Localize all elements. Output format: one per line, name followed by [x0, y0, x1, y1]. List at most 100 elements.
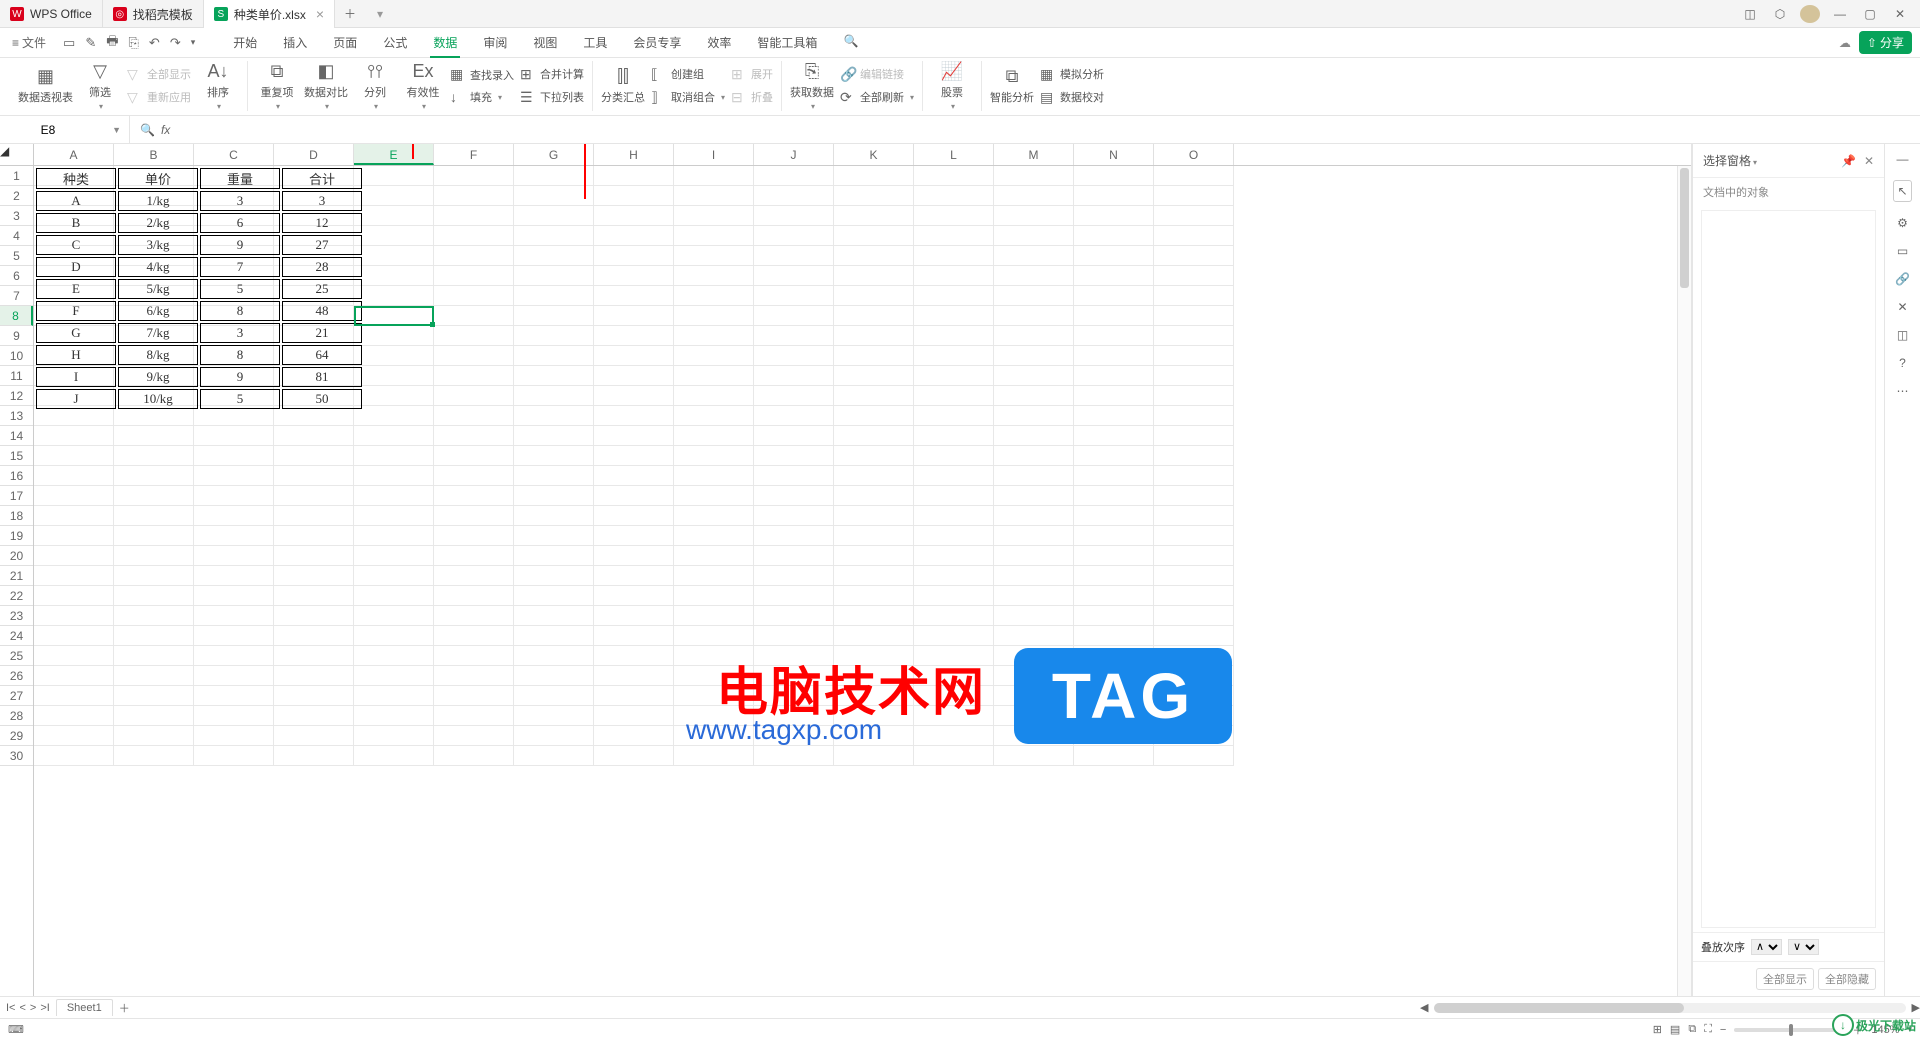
- column-header[interactable]: G: [514, 144, 594, 165]
- expand-button[interactable]: ⊞展开: [731, 65, 773, 84]
- table-cell[interactable]: 64: [282, 345, 362, 365]
- ruler-tool-icon[interactable]: ✕: [1897, 300, 1907, 314]
- tab-formula[interactable]: 公式: [370, 28, 420, 57]
- row-header[interactable]: 20: [0, 546, 33, 566]
- group-button[interactable]: ⟦创建组: [651, 65, 725, 84]
- file-menu[interactable]: ≡ 文件: [8, 32, 50, 53]
- table-cell[interactable]: 48: [282, 301, 362, 321]
- table-cell[interactable]: 25: [282, 279, 362, 299]
- table-cell[interactable]: F: [36, 301, 116, 321]
- column-header[interactable]: O: [1154, 144, 1234, 165]
- sort-button[interactable]: A↓排序: [197, 61, 239, 111]
- row-header[interactable]: 4: [0, 226, 33, 246]
- sheet-tab[interactable]: Sheet1: [56, 999, 113, 1016]
- zoom-in-button[interactable]: ＋: [1852, 1022, 1863, 1038]
- row-header[interactable]: 6: [0, 266, 33, 286]
- name-box-input[interactable]: [8, 123, 88, 137]
- vertical-scrollbar[interactable]: [1677, 166, 1691, 996]
- table-cell[interactable]: H: [36, 345, 116, 365]
- column-header[interactable]: L: [914, 144, 994, 165]
- maximize-button[interactable]: ▢: [1860, 7, 1880, 21]
- user-avatar[interactable]: [1800, 5, 1820, 23]
- fx-icon[interactable]: fx: [161, 123, 170, 137]
- table-cell[interactable]: 21: [282, 323, 362, 343]
- column-header[interactable]: B: [114, 144, 194, 165]
- hide-all-objects-button[interactable]: 全部隐藏: [1818, 968, 1876, 990]
- table-cell[interactable]: 4/kg: [118, 257, 198, 277]
- table-cell[interactable]: 3: [200, 323, 280, 343]
- tab-page[interactable]: 页面: [320, 28, 370, 57]
- layer-up-select[interactable]: ∧: [1751, 939, 1782, 955]
- cube-icon[interactable]: ⬡: [1770, 7, 1790, 21]
- zoom-slider[interactable]: [1734, 1028, 1844, 1032]
- undo-icon[interactable]: ↶: [146, 35, 163, 51]
- view-normal-icon[interactable]: ⊞: [1653, 1023, 1662, 1036]
- style-tool-icon[interactable]: ⚙: [1897, 216, 1908, 230]
- table-cell[interactable]: 9/kg: [118, 367, 198, 387]
- chevron-down-icon[interactable]: ▼: [112, 125, 121, 135]
- collapse-side-icon[interactable]: —: [1897, 152, 1909, 166]
- show-all-button[interactable]: ▽全部显示: [127, 65, 191, 84]
- selection-pane-title[interactable]: 选择窗格: [1703, 152, 1757, 169]
- table-cell[interactable]: G: [36, 323, 116, 343]
- tab-member[interactable]: 会员专享: [620, 28, 694, 57]
- row-header[interactable]: 30: [0, 746, 33, 766]
- table-cell[interactable]: 9: [200, 235, 280, 255]
- select-all-corner[interactable]: ◢: [0, 144, 34, 165]
- consolidate-button[interactable]: ⊞合并计算: [520, 65, 584, 84]
- row-header[interactable]: 14: [0, 426, 33, 446]
- cursor-tool-icon[interactable]: ↖: [1893, 180, 1911, 202]
- row-header[interactable]: 18: [0, 506, 33, 526]
- layout-icon[interactable]: ◫: [1740, 7, 1760, 21]
- scroll-thumb[interactable]: [1680, 168, 1689, 288]
- row-header[interactable]: 16: [0, 466, 33, 486]
- cells-area[interactable]: 种类单价重量合计A1/kg33B2/kg612C3/kg927D4/kg728E…: [34, 166, 1677, 996]
- sheet-first-icon[interactable]: I<: [6, 1002, 15, 1014]
- smart-analysis-button[interactable]: ⧉智能分析: [990, 66, 1034, 105]
- table-cell[interactable]: 6: [200, 213, 280, 233]
- table-cell[interactable]: J: [36, 389, 116, 409]
- row-header[interactable]: 17: [0, 486, 33, 506]
- row-header[interactable]: 2: [0, 186, 33, 206]
- zoom-out-button[interactable]: −: [1720, 1024, 1726, 1036]
- column-header[interactable]: I: [674, 144, 754, 165]
- tab-data[interactable]: 数据: [420, 28, 470, 57]
- table-cell[interactable]: 5: [200, 389, 280, 409]
- app-tab-document[interactable]: S 种类单价.xlsx ×: [204, 0, 335, 28]
- tab-view[interactable]: 视图: [520, 28, 570, 57]
- table-cell[interactable]: 3: [282, 191, 362, 211]
- table-cell[interactable]: 28: [282, 257, 362, 277]
- zoom-level[interactable]: 145%: [1871, 1024, 1899, 1036]
- view-split-icon[interactable]: ⧉: [1688, 1023, 1696, 1036]
- ungroup-button[interactable]: ⟧取消组合: [651, 88, 725, 107]
- more-tools-icon[interactable]: ⋯: [1897, 384, 1909, 398]
- column-header[interactable]: C: [194, 144, 274, 165]
- row-header[interactable]: 19: [0, 526, 33, 546]
- tab-menu-button[interactable]: ▾: [365, 0, 395, 27]
- row-header[interactable]: 1: [0, 166, 33, 186]
- table-cell[interactable]: 8: [200, 301, 280, 321]
- table-cell[interactable]: 2/kg: [118, 213, 198, 233]
- text-to-columns-button[interactable]: ⫯⫯分列: [354, 61, 396, 111]
- table-cell[interactable]: 5: [200, 279, 280, 299]
- row-header[interactable]: 22: [0, 586, 33, 606]
- column-header[interactable]: H: [594, 144, 674, 165]
- view-page-icon[interactable]: ▤: [1670, 1023, 1680, 1036]
- tab-efficiency[interactable]: 效率: [694, 28, 744, 57]
- fill-button[interactable]: ↓填充: [450, 88, 514, 106]
- table-cell[interactable]: 1/kg: [118, 191, 198, 211]
- table-cell[interactable]: 3/kg: [118, 235, 198, 255]
- table-cell[interactable]: 5/kg: [118, 279, 198, 299]
- row-header[interactable]: 15: [0, 446, 33, 466]
- get-data-button[interactable]: ⎘获取数据: [790, 61, 834, 111]
- row-header[interactable]: 25: [0, 646, 33, 666]
- name-box[interactable]: ▼: [0, 116, 130, 143]
- clipboard-tool-icon[interactable]: ▭: [1897, 244, 1908, 258]
- search-icon[interactable]: 🔍: [140, 123, 155, 137]
- sheet-next-icon[interactable]: >: [30, 1002, 36, 1014]
- row-header[interactable]: 3: [0, 206, 33, 226]
- table-cell[interactable]: 8: [200, 345, 280, 365]
- table-cell[interactable]: I: [36, 367, 116, 387]
- pin-icon[interactable]: 📌: [1841, 154, 1856, 168]
- close-window-button[interactable]: ✕: [1890, 7, 1910, 21]
